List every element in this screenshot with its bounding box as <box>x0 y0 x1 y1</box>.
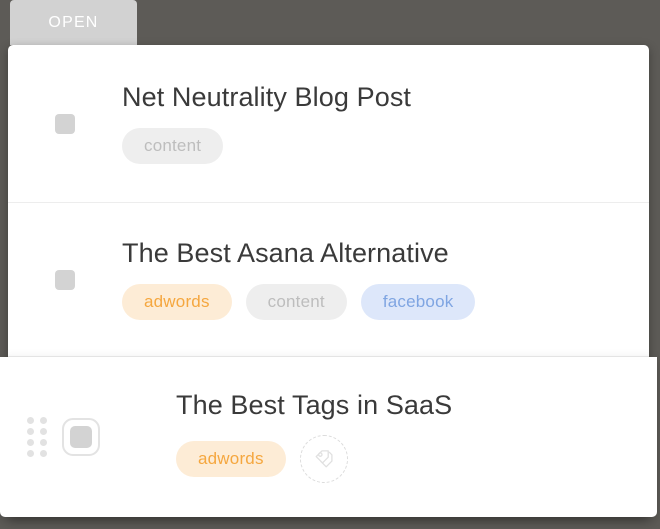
tag-list: adwords content facebook <box>122 283 625 320</box>
item-title: The Best Tags in SaaS <box>176 389 453 420</box>
row-checkbox-cell <box>8 113 122 134</box>
item-title: The Best Asana Alternative <box>122 238 449 269</box>
item-title: Net Neutrality Blog Post <box>122 82 412 113</box>
row-body: The Best Asana Alternative adwords conte… <box>122 238 649 320</box>
row-checkbox[interactable] <box>62 418 100 456</box>
row-checkbox-inner <box>70 426 92 448</box>
row-checkbox[interactable] <box>55 113 75 134</box>
row-checkbox[interactable] <box>55 269 75 290</box>
tab-open-label: OPEN <box>48 13 99 31</box>
row-body: Net Neutrality Blog Post content <box>122 82 649 164</box>
row-checkbox-cell <box>0 418 176 456</box>
add-tag-icon[interactable] <box>299 435 348 484</box>
tag-list: adwords <box>176 435 633 484</box>
tag-chip[interactable]: facebook <box>360 283 476 320</box>
task-list-card: Net Neutrality Blog Post content The Bes… <box>0 45 657 517</box>
tag-chip[interactable]: content <box>245 283 347 320</box>
tag-chip[interactable]: content <box>122 127 224 164</box>
tag-chip[interactable]: adwords <box>176 441 286 478</box>
list-item[interactable]: The Best Asana Alternative adwords conte… <box>8 203 649 357</box>
list-item-dragging[interactable]: The Best Tags in SaaS adwords <box>0 357 657 517</box>
tab-open[interactable]: OPEN <box>10 0 137 45</box>
tag-list: content <box>122 127 625 164</box>
row-body: The Best Tags in SaaS adwords <box>176 389 657 484</box>
row-checkbox-cell <box>8 269 122 290</box>
list-item[interactable]: Net Neutrality Blog Post content <box>8 45 649 203</box>
tag-chip[interactable]: adwords <box>122 283 232 320</box>
